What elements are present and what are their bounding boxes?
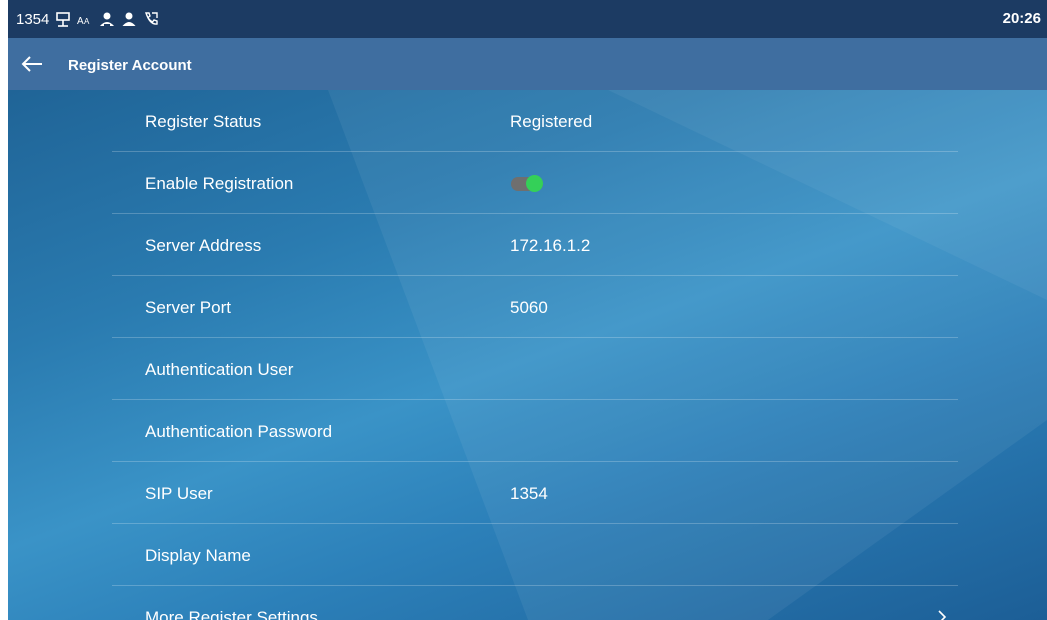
- server-port-value[interactable]: 5060: [510, 276, 548, 340]
- arrow-left-icon[interactable]: [16, 48, 48, 80]
- enable-registration-toggle[interactable]: [511, 175, 543, 192]
- svg-text:A: A: [77, 16, 84, 27]
- server-address-value[interactable]: 172.16.1.2: [510, 214, 590, 278]
- user-icon: [122, 12, 136, 26]
- ime-icon: A A: [77, 16, 90, 27]
- server-port-row[interactable]: Server Port 5060: [112, 276, 958, 338]
- server-address-row[interactable]: Server Address 172.16.1.2: [112, 214, 958, 276]
- status-left-group: 1354 A A: [16, 0, 159, 38]
- clock: 20:26: [1002, 10, 1041, 27]
- contacts-icon: [100, 12, 115, 26]
- network-icon: [56, 12, 71, 27]
- enable-registration-label: Enable Registration: [145, 174, 294, 193]
- sip-user-row[interactable]: SIP User 1354: [112, 462, 958, 524]
- register-status-value: Registered: [510, 112, 593, 131]
- authentication-user-row[interactable]: Authentication User: [112, 338, 958, 400]
- call-forward-icon: [145, 12, 159, 25]
- more-register-settings-row[interactable]: More Register Settings: [112, 586, 958, 620]
- display-name-label: Display Name: [145, 546, 251, 565]
- register-status-row: Register Status Registered: [112, 90, 958, 152]
- server-port-label: Server Port: [145, 298, 231, 317]
- page-title: Register Account: [68, 57, 192, 74]
- phone-screen: 1354 A A 20:26 Register Account Register…: [8, 0, 1047, 620]
- svg-text:A: A: [84, 17, 90, 26]
- authentication-user-label: Authentication User: [145, 360, 294, 379]
- toggle-knob: [526, 175, 543, 192]
- server-address-label: Server Address: [145, 236, 262, 255]
- sip-user-label: SIP User: [145, 484, 213, 503]
- extension-number: 1354: [16, 10, 50, 28]
- authentication-password-label: Authentication Password: [145, 422, 333, 441]
- chevron-right-icon: [938, 610, 947, 620]
- register-status-label: Register Status: [145, 112, 262, 131]
- title-bar: Register Account: [8, 38, 1047, 90]
- sip-user-value[interactable]: 1354: [510, 462, 548, 526]
- display-name-row[interactable]: Display Name: [112, 524, 958, 586]
- status-bar: 1354 A A 20:26: [8, 0, 1047, 38]
- enable-registration-row[interactable]: Enable Registration: [112, 152, 958, 214]
- more-register-settings-label: More Register Settings: [145, 608, 318, 620]
- authentication-password-row[interactable]: Authentication Password: [112, 400, 958, 462]
- settings-list: Register Status Registered Enable Regist…: [112, 90, 958, 620]
